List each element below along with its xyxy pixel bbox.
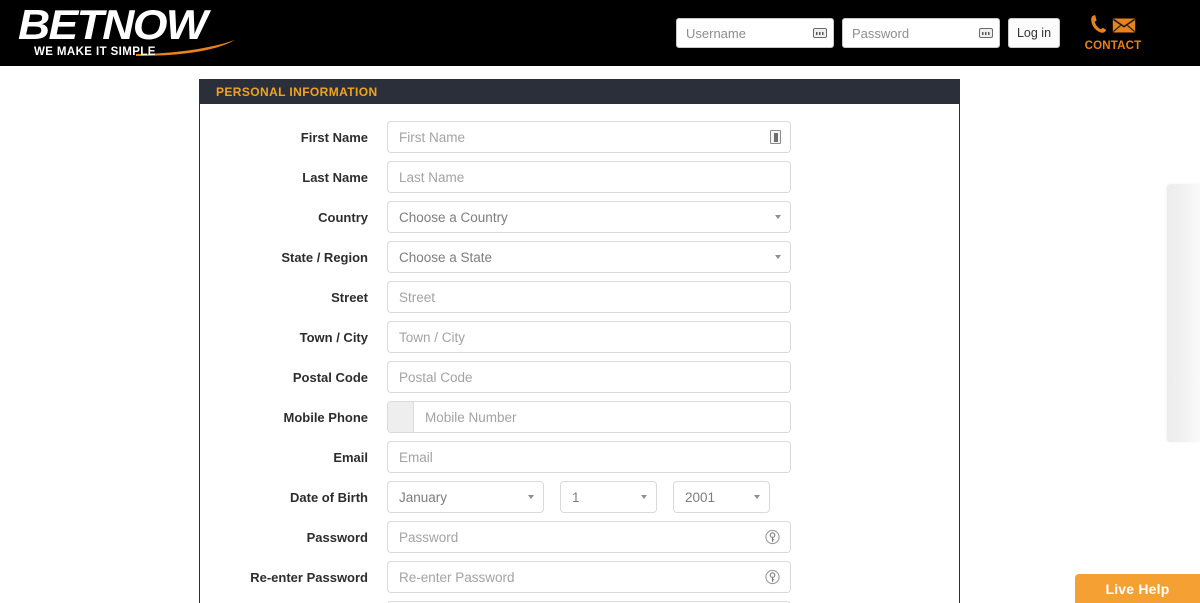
right-edge-panel xyxy=(1167,184,1200,442)
field-country: Choose a Country xyxy=(387,201,791,233)
town-city-field-wrap xyxy=(387,321,791,353)
form-row-next-partial xyxy=(200,597,959,603)
label-email: Email xyxy=(333,449,368,465)
field-state: Choose a State xyxy=(387,241,791,273)
label-postal-code: Postal Code xyxy=(292,369,368,385)
form-row-street: Street xyxy=(200,277,959,317)
town-city-input[interactable] xyxy=(388,322,790,352)
reenter-password-field-wrap xyxy=(387,561,791,593)
form-row-mobile-phone: Mobile Phone xyxy=(200,397,959,437)
chevron-down-icon xyxy=(775,255,781,259)
first-name-input[interactable] xyxy=(388,122,790,152)
field-reenter-password xyxy=(387,561,791,593)
last-name-field-wrap xyxy=(387,161,791,193)
last-name-input[interactable] xyxy=(388,162,790,192)
chevron-down-icon xyxy=(754,495,760,499)
form-row-town-city: Town / City xyxy=(200,317,959,357)
form-row-reenter-password: Re-enter Password xyxy=(200,557,959,597)
page-body: PERSONAL INFORMATION First Name Last Nam… xyxy=(0,66,1200,603)
form-row-state: State / Region Choose a State xyxy=(200,237,959,277)
new-password-input[interactable] xyxy=(388,522,790,552)
dob-year-select[interactable]: 2001 xyxy=(673,481,770,513)
panel-header: PERSONAL INFORMATION xyxy=(200,79,959,104)
contact-link[interactable]: CONTACT xyxy=(1078,6,1148,60)
page-title: PERSONAL INFORMATION xyxy=(216,84,378,99)
dob-month-select[interactable]: January xyxy=(387,481,544,513)
contact-icon-group xyxy=(1090,14,1136,39)
postal-code-input[interactable] xyxy=(388,362,790,392)
personal-information-panel: PERSONAL INFORMATION First Name Last Nam… xyxy=(199,79,960,603)
street-input[interactable] xyxy=(388,282,790,312)
password-field-wrap xyxy=(387,521,791,553)
state-select[interactable]: Choose a State xyxy=(387,241,791,273)
label-reenter-password: Re-enter Password xyxy=(250,569,368,585)
password-input[interactable] xyxy=(843,19,999,47)
chevron-down-icon xyxy=(641,495,647,499)
mobile-number-input[interactable] xyxy=(414,402,790,432)
state-select-value: Choose a State xyxy=(399,249,493,265)
site-header: BETNOW WE MAKE IT SIMPLE Log in xyxy=(0,0,1200,66)
username-input[interactable] xyxy=(677,19,833,47)
dob-day-value: 1 xyxy=(572,489,580,505)
dob-month-value: January xyxy=(399,489,448,505)
phone-icon xyxy=(1090,14,1107,39)
label-first-name: First Name xyxy=(300,129,368,145)
field-postal-code xyxy=(387,361,791,393)
live-help-label: Live Help xyxy=(1105,580,1170,597)
label-state-region: State / Region xyxy=(281,249,368,265)
key-icon[interactable] xyxy=(765,569,780,585)
label-country: Country xyxy=(318,209,368,225)
field-date-of-birth: January 1 2001 xyxy=(387,481,770,513)
form-row-email: Email xyxy=(200,437,959,477)
brand-logo[interactable]: BETNOW WE MAKE IT SIMPLE xyxy=(18,4,235,62)
login-button[interactable]: Log in xyxy=(1008,18,1060,48)
header-account-area: Log in CONTACT xyxy=(676,0,1200,66)
email-input[interactable] xyxy=(388,442,790,472)
dob-year-value: 2001 xyxy=(685,489,716,505)
keyboard-icon[interactable] xyxy=(813,28,827,38)
key-icon[interactable] xyxy=(765,529,780,545)
mobile-phone-group xyxy=(387,401,791,433)
dob-day-select[interactable]: 1 xyxy=(560,481,657,513)
form-row-postal-code: Postal Code xyxy=(200,357,959,397)
field-password xyxy=(387,521,791,553)
field-last-name xyxy=(387,161,791,193)
label-date-of-birth: Date of Birth xyxy=(290,489,368,505)
label-last-name: Last Name xyxy=(302,169,368,185)
first-name-field-wrap xyxy=(387,121,791,153)
label-town-city: Town / City xyxy=(299,329,368,345)
label-mobile-phone: Mobile Phone xyxy=(283,409,369,425)
envelope-icon xyxy=(1112,17,1136,39)
email-field-wrap xyxy=(387,441,791,473)
label-password: Password xyxy=(306,529,368,545)
form-row-last-name: Last Name xyxy=(200,157,959,197)
field-first-name xyxy=(387,121,791,153)
field-mobile-phone xyxy=(387,401,791,433)
field-street xyxy=(387,281,791,313)
contact-label: CONTACT xyxy=(1084,39,1142,52)
keyboard-icon[interactable] xyxy=(979,28,993,38)
form-row-country: Country Choose a Country xyxy=(200,197,959,237)
autofill-contact-icon[interactable] xyxy=(770,130,781,144)
chevron-down-icon xyxy=(528,495,534,499)
reenter-password-input[interactable] xyxy=(388,562,790,592)
form-row-date-of-birth: Date of Birth January 1 2001 xyxy=(200,477,959,517)
field-town-city xyxy=(387,321,791,353)
form-row-first-name: First Name xyxy=(200,117,959,157)
postal-code-field-wrap xyxy=(387,361,791,393)
registration-form: First Name Last Name xyxy=(200,104,959,603)
header-password-wrap xyxy=(842,18,1000,48)
country-code-selector[interactable] xyxy=(388,402,414,432)
country-select[interactable]: Choose a Country xyxy=(387,201,791,233)
field-email xyxy=(387,441,791,473)
street-field-wrap xyxy=(387,281,791,313)
chevron-down-icon xyxy=(775,215,781,219)
live-help-button[interactable]: Live Help xyxy=(1075,574,1200,603)
form-row-password: Password xyxy=(200,517,959,557)
logo-tagline: WE MAKE IT SIMPLE xyxy=(34,46,156,58)
header-username-wrap xyxy=(676,18,834,48)
country-select-value: Choose a Country xyxy=(399,209,508,225)
label-street: Street xyxy=(331,289,368,305)
